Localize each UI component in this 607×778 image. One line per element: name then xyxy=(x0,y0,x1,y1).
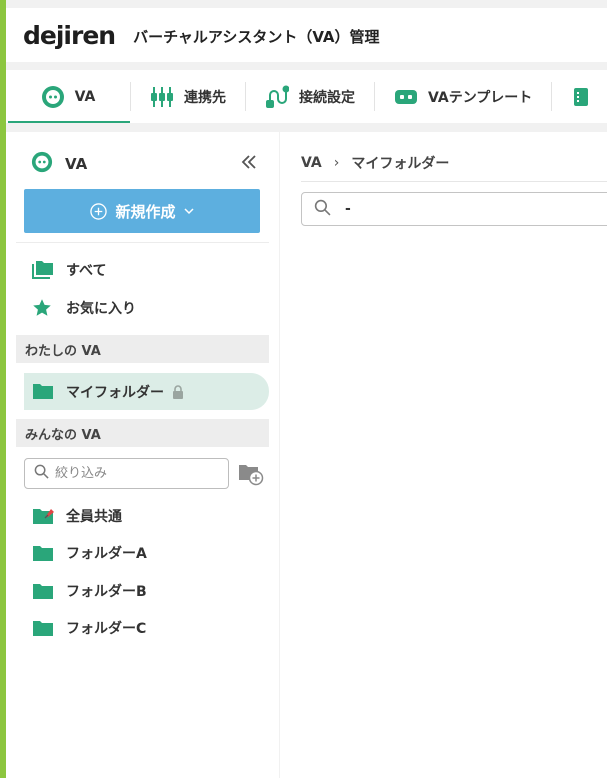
lock-icon xyxy=(172,384,184,399)
va-search-field[interactable]: - xyxy=(301,192,607,226)
folder-label: フォルダーA xyxy=(66,546,147,562)
breadcrumb-va[interactable]: VA xyxy=(301,155,322,171)
sidebar-title: VA xyxy=(65,155,88,173)
page-title: バーチャルアシスタント（VA）管理 xyxy=(133,27,380,46)
sidebar: VA 新規作成 すべて お気に入り わたしの VA マイフォルダー みんなの V… xyxy=(6,132,279,778)
va-icon xyxy=(41,85,65,109)
sidebar-divider xyxy=(16,242,269,243)
tab-label: VA xyxy=(74,88,96,105)
folder-filter-field[interactable] xyxy=(24,458,229,489)
folder-icon xyxy=(32,620,56,637)
more-tab-icon xyxy=(574,86,589,108)
search-icon xyxy=(34,464,49,483)
filter-input[interactable] xyxy=(55,466,215,481)
folder-label: フォルダーB xyxy=(66,584,147,600)
breadcrumb-current: マイフォルダー xyxy=(351,156,450,172)
new-create-button[interactable]: 新規作成 xyxy=(24,189,260,233)
folder-label: 全員共通 xyxy=(66,509,122,525)
breadcrumb: VA › マイフォルダー xyxy=(301,153,449,173)
pinned-folder-icon xyxy=(32,506,56,526)
section-my-va: わたしの VA xyxy=(16,335,269,363)
folders-icon xyxy=(32,260,56,280)
section-shared-va: みんなの VA xyxy=(16,419,269,447)
nav-label: すべて xyxy=(66,263,107,279)
tab-label: 連携先 xyxy=(184,89,226,106)
nav-label: お気に入り xyxy=(66,301,136,317)
tab-integrations[interactable]: 連携先 xyxy=(131,70,245,123)
folder-item-c[interactable]: フォルダーC xyxy=(32,618,146,638)
sidebar-header: VA xyxy=(31,151,87,177)
nav-item-all[interactable]: すべて xyxy=(32,260,106,280)
tab-connection-settings[interactable]: 接続設定 xyxy=(246,70,374,123)
folder-icon xyxy=(32,383,54,400)
plus-circle-icon xyxy=(90,202,108,220)
folder-item-all-members[interactable]: 全員共通 xyxy=(32,506,122,526)
folder-add-icon xyxy=(239,465,264,486)
tab-va[interactable]: VA xyxy=(6,70,130,123)
tab-more[interactable] xyxy=(552,70,598,123)
star-icon xyxy=(32,298,56,318)
tab-label: VAテンプレート xyxy=(428,89,533,106)
breadcrumb-separator: › xyxy=(333,155,340,171)
nav-item-favorites[interactable]: お気に入り xyxy=(32,298,136,318)
app-header: dejiren バーチャルアシスタント（VA）管理 xyxy=(6,8,607,62)
dejiren-logo[interactable]: dejiren xyxy=(23,21,116,50)
double-chevron-left-icon xyxy=(241,155,256,169)
folder-item-a[interactable]: フォルダーA xyxy=(32,543,147,563)
template-icon xyxy=(394,85,418,109)
tab-va-templates[interactable]: VAテンプレート xyxy=(375,70,551,123)
add-folder-button[interactable] xyxy=(238,462,264,486)
search-value: - xyxy=(345,201,351,217)
main-divider xyxy=(301,181,607,182)
tab-label: 接続設定 xyxy=(299,89,355,106)
folder-icon xyxy=(32,583,56,600)
chevron-down-icon xyxy=(183,207,194,215)
collapse-sidebar-button[interactable] xyxy=(239,152,259,172)
integration-icon xyxy=(150,85,174,109)
folder-item-b[interactable]: フォルダーB xyxy=(32,581,147,601)
va-icon xyxy=(31,151,53,177)
search-icon xyxy=(314,199,331,220)
new-button-label: 新規作成 xyxy=(115,202,176,221)
my-folder-label: マイフォルダー xyxy=(66,384,164,401)
folder-icon xyxy=(32,545,56,562)
connection-icon xyxy=(265,85,289,109)
folder-label: フォルダーC xyxy=(66,621,147,637)
main-tabs: VA 連携先 接続設定 VAテンプレート xyxy=(6,70,607,123)
main-content: VA › マイフォルダー - xyxy=(280,132,607,778)
my-folder-item[interactable]: マイフォルダー xyxy=(24,373,269,410)
